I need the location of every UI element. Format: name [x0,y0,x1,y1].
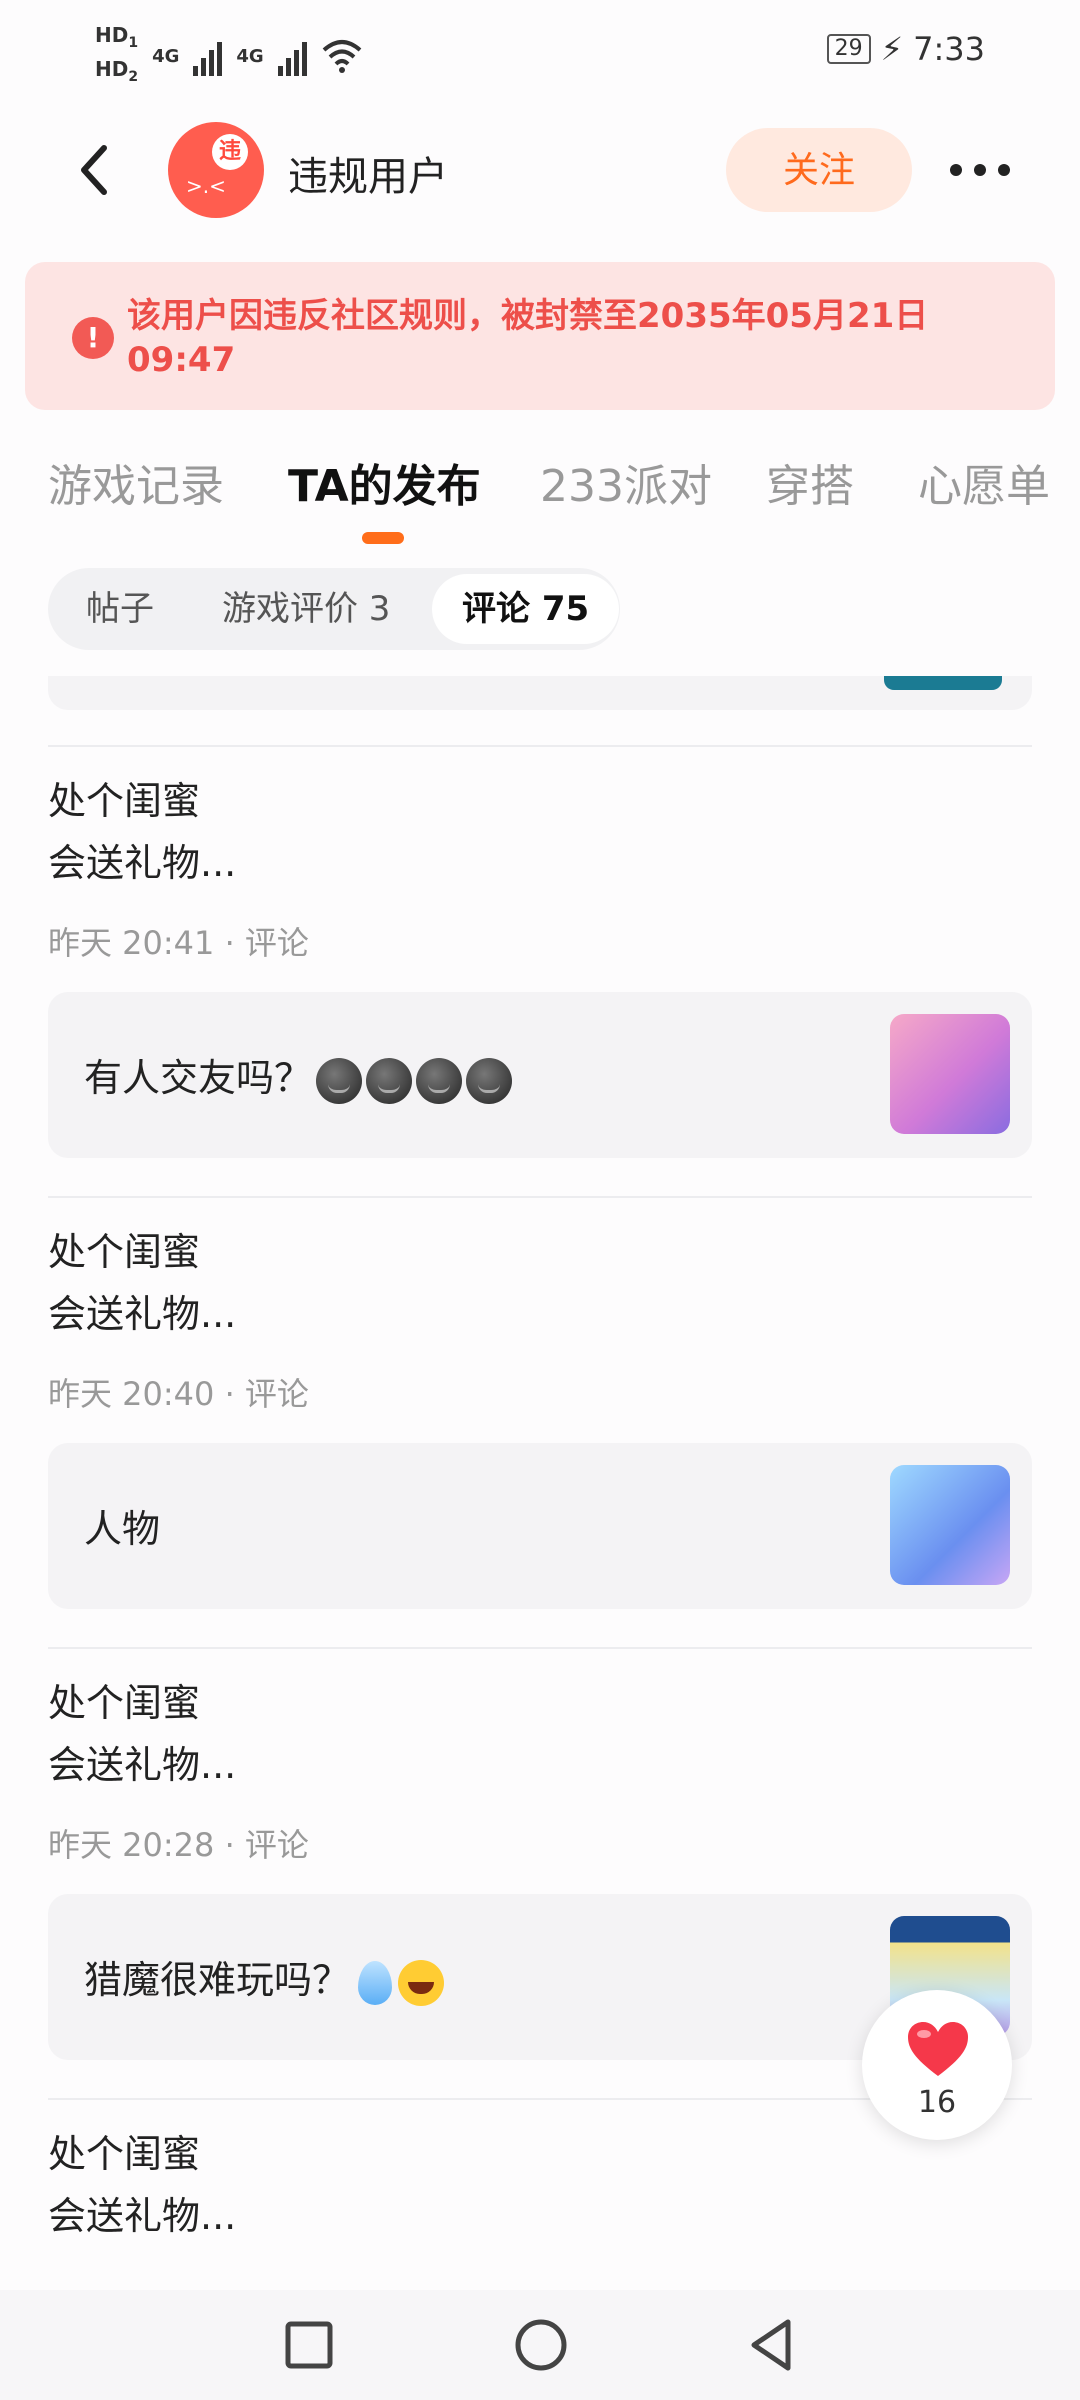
hd-indicator: HD1 HD2 [95,23,139,85]
network-type: 4G [236,45,264,67]
ban-message: 该用户因违反社区规则，被封禁至2035年05月21日 09:47 [127,296,929,380]
home-icon[interactable] [506,2310,576,2380]
smirk-emoji-icon [366,1057,413,1104]
subtab-game-reviews[interactable]: 游戏评价 3 [222,568,390,650]
comment-text: 处个闺蜜 会送礼物... [48,779,237,885]
comment-card[interactable]: 有人交友吗？ [48,992,1032,1158]
list-item[interactable]: 处个闺蜜 会送礼物... [48,2123,1032,2247]
comment-text: 处个闺蜜 会送礼物... [48,1681,237,1787]
comment-text: 处个闺蜜 会送礼物... [48,2132,237,2238]
heart-icon [908,2022,968,2076]
active-tab-indicator [362,532,404,544]
card-thumbnail [890,1465,1010,1585]
charging-icon: ⚡ [880,30,904,68]
tab-233-party[interactable]: 233派对 [540,450,712,514]
comment-meta: 昨天 20:41 · 评论 [48,924,309,962]
clock: 7:33 [913,30,985,68]
divider [48,745,1032,747]
divider [48,1196,1032,1198]
card-text-row: 猎魔很难玩吗？ [84,1949,445,2006]
more-options-icon[interactable] [950,160,1010,180]
recent-apps-icon[interactable] [274,2310,344,2380]
ban-notice-banner: ! 该用户因违反社区规则，被封禁至2035年05月21日 09:47 [25,262,1055,410]
card-text-row: 有人交友吗？ [84,1047,513,1104]
comment-text: 处个闺蜜 会送礼物... [48,1230,237,1336]
profile-header: 违 >.< 违规用户 关注 [0,120,1080,220]
like-count: 16 [917,2085,957,2120]
comment-card[interactable] [48,676,1032,710]
system-nav-bar [0,2290,1080,2400]
smirk-emoji-icon [316,1057,363,1104]
profile-tabs: 游戏记录 TA的发布 233派对 穿搭 心愿单 [0,450,1080,540]
comment-meta: 昨天 20:28 · 评论 [48,1826,309,1864]
card-text: 有人交友吗？ [84,1056,313,1100]
tab-outfits[interactable]: 穿搭 [766,450,854,514]
avatar[interactable]: 违 >.< [168,122,264,218]
page-title: 违规用户 [288,154,448,200]
violation-badge: 违 [212,134,248,170]
grin-sweat-emoji-icon [398,1959,445,2006]
battery-icon: 29 [826,34,871,64]
alert-icon: ! [72,317,114,359]
list-item[interactable]: 处个闺蜜 会送礼物... 昨天 20:28 · 评论 [48,1672,1032,1866]
card-text: 人物 [84,1507,161,1551]
sweat-drop-emoji-icon [358,1960,393,2005]
divider [48,1647,1032,1649]
sub-tab-segment: 帖子 游戏评价 3 评论 75 [48,568,620,650]
comment-meta: 昨天 20:40 · 评论 [48,1375,309,1413]
status-bar: HD1 HD2 4G 4G 29 ⚡ 7:33 [0,0,1080,100]
like-button[interactable]: 16 [862,1990,1012,2140]
back-icon[interactable] [738,2310,808,2380]
follow-button[interactable]: 关注 [726,128,912,212]
tab-game-records[interactable]: 游戏记录 [48,450,224,514]
smirk-emoji-icon [466,1057,513,1104]
list-item[interactable]: 处个闺蜜 会送礼物... 昨天 20:41 · 评论 [48,770,1032,964]
card-thumbnail [884,676,1002,690]
tab-wishlist[interactable]: 心愿单 [918,450,1050,514]
signal-icon [193,36,223,76]
subtab-comments[interactable]: 评论 75 [432,574,620,644]
card-text: 猎魔很难玩吗？ [84,1958,351,2002]
card-thumbnail [890,1014,1010,1134]
subtab-posts[interactable]: 帖子 [86,568,154,650]
avatar-face: >.< [186,174,226,198]
list-item[interactable]: 处个闺蜜 会送礼物... 昨天 20:40 · 评论 [48,1221,1032,1415]
network-type: 4G [152,45,180,67]
tab-ta-posts[interactable]: TA的发布 [288,450,481,514]
smirk-emoji-icon [416,1057,463,1104]
signal-icon [277,36,307,76]
wifi-icon [322,40,362,73]
back-arrow-icon[interactable] [70,142,120,198]
comment-card[interactable]: 人物 [48,1443,1032,1609]
